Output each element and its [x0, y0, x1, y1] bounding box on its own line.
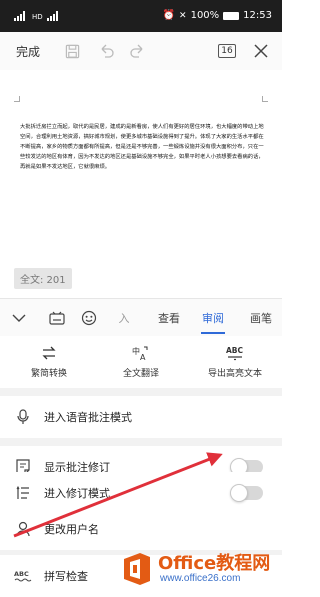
status-bar: HD ⏰ ✕ 100% 12:53	[0, 0, 282, 32]
change-username-label: 更改用户名	[44, 523, 99, 536]
svg-text:A: A	[140, 353, 146, 361]
action-label: 导出高亮文本	[207, 369, 262, 379]
abc-export-icon: ABC	[226, 346, 244, 361]
section-gap	[0, 438, 282, 446]
done-button[interactable]: 完成	[10, 32, 46, 70]
network-label: HD	[32, 13, 43, 21]
toggle-knob	[230, 484, 248, 502]
full-translate-button[interactable]: 中A 全文翻译	[94, 336, 188, 388]
document-body-text: 大批拆迁房拦立而起，取代的是民居，建成的是新看房，使人们有更好的居住环境，也大幅…	[20, 124, 264, 170]
page-count: 16	[218, 44, 236, 58]
redo-icon[interactable]	[124, 32, 152, 70]
page-count-button[interactable]: 16	[216, 32, 238, 70]
svg-text:中: 中	[132, 346, 140, 356]
voice-comment-mode-item[interactable]: 进入语音批注模式	[0, 396, 282, 438]
voice-comment-label: 进入语音批注模式	[44, 411, 132, 424]
emoji-icon[interactable]	[76, 299, 102, 337]
revision-mode-label: 进入修订模式	[44, 487, 110, 500]
microphone-icon	[14, 408, 32, 426]
translate-icon: 中A	[132, 346, 148, 361]
page-corner-mark	[14, 96, 20, 102]
active-tab-indicator	[201, 332, 225, 334]
user-icon	[14, 520, 32, 538]
quick-actions: 繁简转换 中A 全文翻译 ABC 导出高亮文本	[0, 336, 282, 388]
change-username-item[interactable]: 更改用户名	[0, 508, 282, 550]
action-label: 繁简转换	[30, 369, 67, 379]
tab-view[interactable]: 查看	[152, 299, 186, 337]
traditional-simplified-convert-button[interactable]: 繁简转换	[2, 336, 96, 388]
spell-check-icon: ABC	[14, 567, 32, 585]
alarm-icon: ⏰	[162, 10, 176, 21]
battery-icon	[223, 11, 240, 20]
watermark-url: www.office26.com	[160, 573, 241, 584]
signal-icon-2	[46, 11, 61, 21]
page-corner-mark	[262, 96, 268, 102]
revision-list-icon	[14, 484, 32, 502]
save-icon[interactable]	[58, 32, 86, 70]
battery-percent: 100%	[190, 10, 220, 21]
close-icon[interactable]	[248, 32, 274, 70]
svg-text:ABC: ABC	[226, 346, 244, 355]
insert-tab-partial-icon[interactable]: 入	[114, 299, 134, 337]
section-gap	[0, 388, 282, 396]
signal-icon	[14, 11, 28, 21]
site-watermark: Office教程网 www.office26.com	[120, 545, 282, 597]
spell-check-label: 拼写检查	[44, 570, 88, 583]
revision-mode-toggle[interactable]	[230, 484, 263, 502]
word-count-badge: 全文: 201	[14, 268, 72, 289]
clock-time: 12:53	[243, 10, 272, 21]
ribbon-tab-bar: 入 查看 审阅 画笔	[0, 298, 282, 336]
top-toolbar: 完成 16	[0, 32, 282, 70]
office-logo-icon	[124, 553, 150, 585]
convert-icon	[42, 346, 56, 360]
undo-icon[interactable]	[92, 32, 120, 70]
watermark-name: Office教程网	[158, 553, 271, 574]
keyboard-icon[interactable]	[44, 299, 70, 337]
action-label: 全文翻译	[122, 369, 159, 379]
mute-icon: ✕	[179, 10, 187, 21]
tab-pen[interactable]: 画笔	[244, 299, 278, 337]
svg-text:ABC: ABC	[14, 570, 29, 578]
export-highlight-button[interactable]: ABC 导出高亮文本	[188, 336, 282, 388]
collapse-chevron-icon[interactable]	[6, 299, 32, 337]
document-canvas[interactable]: 大批拆迁房拦立而起，取代的是民居，建成的是新看房，使人们有更好的居住环境，也大幅…	[0, 70, 282, 298]
